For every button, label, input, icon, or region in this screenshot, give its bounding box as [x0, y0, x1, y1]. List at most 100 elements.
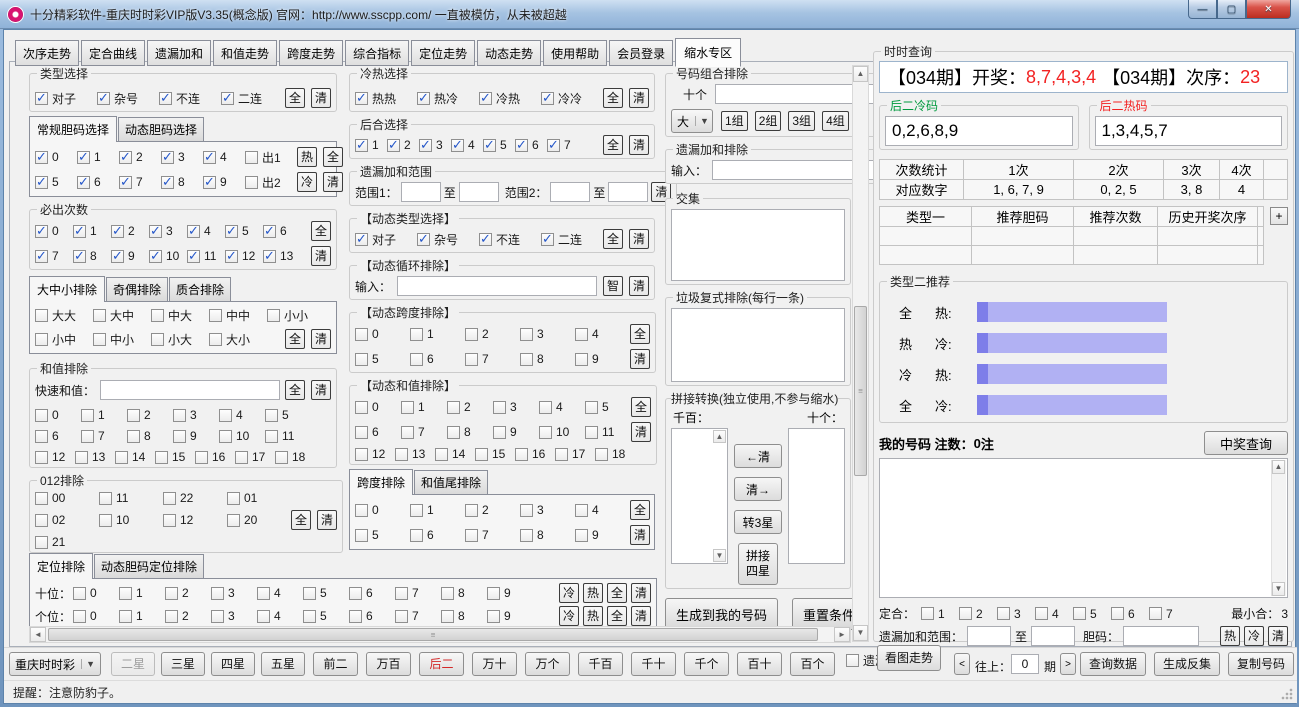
checkbox-7[interactable]: 7 — [547, 138, 579, 152]
checkbox-12[interactable]: 12 — [163, 513, 227, 527]
checkbox-6[interactable]: 6 — [355, 425, 401, 439]
checkbox-8[interactable]: 8 — [441, 609, 487, 623]
checkbox-10[interactable]: 10 — [539, 425, 585, 439]
button-3组[interactable]: 3组 — [788, 111, 815, 131]
button-千个[interactable]: 千个 — [684, 652, 729, 676]
checkbox-9[interactable]: 9 — [575, 352, 630, 366]
invert-set-button[interactable]: 生成反集 — [1154, 652, 1220, 676]
checkbox-16[interactable]: 16 — [195, 450, 235, 464]
checkbox-8[interactable]: 8 — [161, 175, 203, 189]
size-dropdown[interactable]: 大 ▼ — [671, 109, 713, 133]
checkbox-11[interactable]: 11 — [265, 429, 311, 443]
button-全[interactable]: 全 — [323, 147, 343, 167]
checkbox-小大[interactable]: 小大 — [151, 331, 209, 348]
tab-动态胆码选择[interactable]: 动态胆码选择 — [118, 117, 204, 141]
checkbox-冷冷[interactable]: 冷冷 — [541, 90, 603, 107]
my-numbers-textarea[interactable]: ▲ ▼ — [879, 458, 1288, 598]
checkbox-6[interactable]: 6 — [77, 175, 119, 189]
checkbox-17[interactable]: 17 — [555, 447, 595, 461]
button-全[interactable]: 全 — [285, 329, 305, 349]
next-period-button[interactable]: > — [1060, 653, 1076, 675]
bottom-range-to-input[interactable] — [1031, 626, 1075, 646]
checkbox-0[interactable]: 0 — [35, 224, 73, 238]
checkbox-3[interactable]: 3 — [161, 150, 203, 164]
checkbox-6[interactable]: 6 — [263, 224, 301, 238]
query-data-button[interactable]: 查询数据 — [1080, 652, 1146, 676]
checkbox-00[interactable]: 00 — [35, 491, 99, 505]
checkbox-2[interactable]: 2 — [465, 327, 520, 341]
button-四星[interactable]: 四星 — [211, 652, 255, 676]
checkbox-2[interactable]: 2 — [119, 150, 161, 164]
checkbox-12[interactable]: 12 — [35, 450, 75, 464]
button-万百[interactable]: 万百 — [366, 652, 411, 676]
button-全[interactable]: 全 — [603, 229, 623, 249]
tab-和值走势[interactable]: 和值走势 — [213, 40, 277, 66]
to-3star-button[interactable]: 转3星 — [734, 510, 782, 534]
tab-动态走势[interactable]: 动态走势 — [477, 40, 541, 66]
checkbox-不连[interactable]: 不连 — [159, 90, 221, 107]
tab-使用帮助[interactable]: 使用帮助 — [543, 40, 607, 66]
checkbox-4[interactable]: 4 — [1035, 607, 1073, 621]
tab-次序走势[interactable]: 次序走势 — [15, 40, 79, 66]
checkbox-3[interactable]: 3 — [211, 609, 257, 623]
tab-跨度走势[interactable]: 跨度走势 — [279, 40, 343, 66]
checkbox-12[interactable]: 12 — [355, 447, 395, 461]
vertical-scroll-thumb[interactable]: ≡ — [854, 306, 867, 476]
button-后二[interactable]: 后二 — [419, 652, 464, 676]
checkbox-6[interactable]: 6 — [349, 609, 395, 623]
scroll-left-icon[interactable]: ◄ — [30, 627, 46, 642]
checkbox-4[interactable]: 4 — [539, 400, 585, 414]
range1-to-input[interactable] — [459, 182, 499, 202]
button-全[interactable]: 全 — [630, 500, 650, 520]
button-清[interactable]: 清 — [311, 88, 331, 108]
button-清[interactable]: 清 — [631, 606, 651, 626]
button-前二[interactable]: 前二 — [313, 652, 358, 676]
range1-from-input[interactable] — [401, 182, 441, 202]
scroll-up-icon[interactable]: ▲ — [713, 430, 726, 443]
checkbox-4[interactable]: 4 — [187, 224, 225, 238]
checkbox-10[interactable]: 10 — [219, 429, 265, 443]
checkbox-17[interactable]: 17 — [235, 450, 275, 464]
checkbox-5[interactable]: 5 — [1073, 607, 1111, 621]
checkbox-21[interactable]: 21 — [35, 535, 99, 549]
scroll-down-icon[interactable]: ▼ — [1272, 582, 1285, 596]
checkbox-4[interactable]: 4 — [575, 327, 630, 341]
maximize-button[interactable]: ▢ — [1217, 0, 1246, 19]
tab-跨度排除[interactable]: 跨度排除 — [349, 469, 413, 495]
recommend-bar[interactable] — [977, 364, 1167, 384]
checkbox-10[interactable]: 10 — [149, 249, 187, 263]
button-全[interactable]: 全 — [311, 221, 331, 241]
checkbox-2[interactable]: 2 — [165, 609, 211, 623]
checkbox-二连[interactable]: 二连 — [541, 231, 603, 248]
checkbox-杂号[interactable]: 杂号 — [417, 231, 479, 248]
checkbox-12[interactable]: 12 — [225, 249, 263, 263]
button-全[interactable]: 全 — [607, 606, 627, 626]
checkbox-3[interactable]: 3 — [493, 400, 539, 414]
button-清[interactable]: 清 — [631, 422, 651, 442]
button-清[interactable]: 清 — [629, 229, 649, 249]
checkbox-7[interactable]: 7 — [395, 586, 441, 600]
checkbox-大小[interactable]: 大小 — [209, 331, 267, 348]
recommend-bar[interactable] — [977, 333, 1167, 353]
button-全[interactable]: 全 — [631, 397, 651, 417]
checkbox-4[interactable]: 4 — [575, 503, 630, 517]
dyn-loop-input[interactable] — [397, 276, 597, 296]
checkbox-13[interactable]: 13 — [75, 450, 115, 464]
checkbox-1[interactable]: 1 — [921, 607, 959, 621]
checkbox-11[interactable]: 11 — [585, 425, 631, 439]
checkbox-3[interactable]: 3 — [173, 408, 219, 422]
tab-会员登录[interactable]: 会员登录 — [609, 40, 673, 66]
button-全[interactable]: 全 — [603, 135, 623, 155]
checkbox-杂号[interactable]: 杂号 — [97, 90, 159, 107]
checkbox-1[interactable]: 1 — [410, 503, 465, 517]
checkbox-6[interactable]: 6 — [35, 429, 81, 443]
checkbox-3[interactable]: 3 — [997, 607, 1035, 621]
checkbox-02[interactable]: 02 — [35, 513, 99, 527]
checkbox-8[interactable]: 8 — [73, 249, 111, 263]
lottery-dropdown[interactable]: 重庆时时彩 ▼ — [9, 652, 101, 676]
checkbox-9[interactable]: 9 — [493, 425, 539, 439]
checkbox-热热[interactable]: 热热 — [355, 90, 417, 107]
button-清[interactable]: 清 — [629, 276, 649, 296]
button-清[interactable]: 清 — [311, 246, 331, 266]
button-2组[interactable]: 2组 — [755, 111, 782, 131]
